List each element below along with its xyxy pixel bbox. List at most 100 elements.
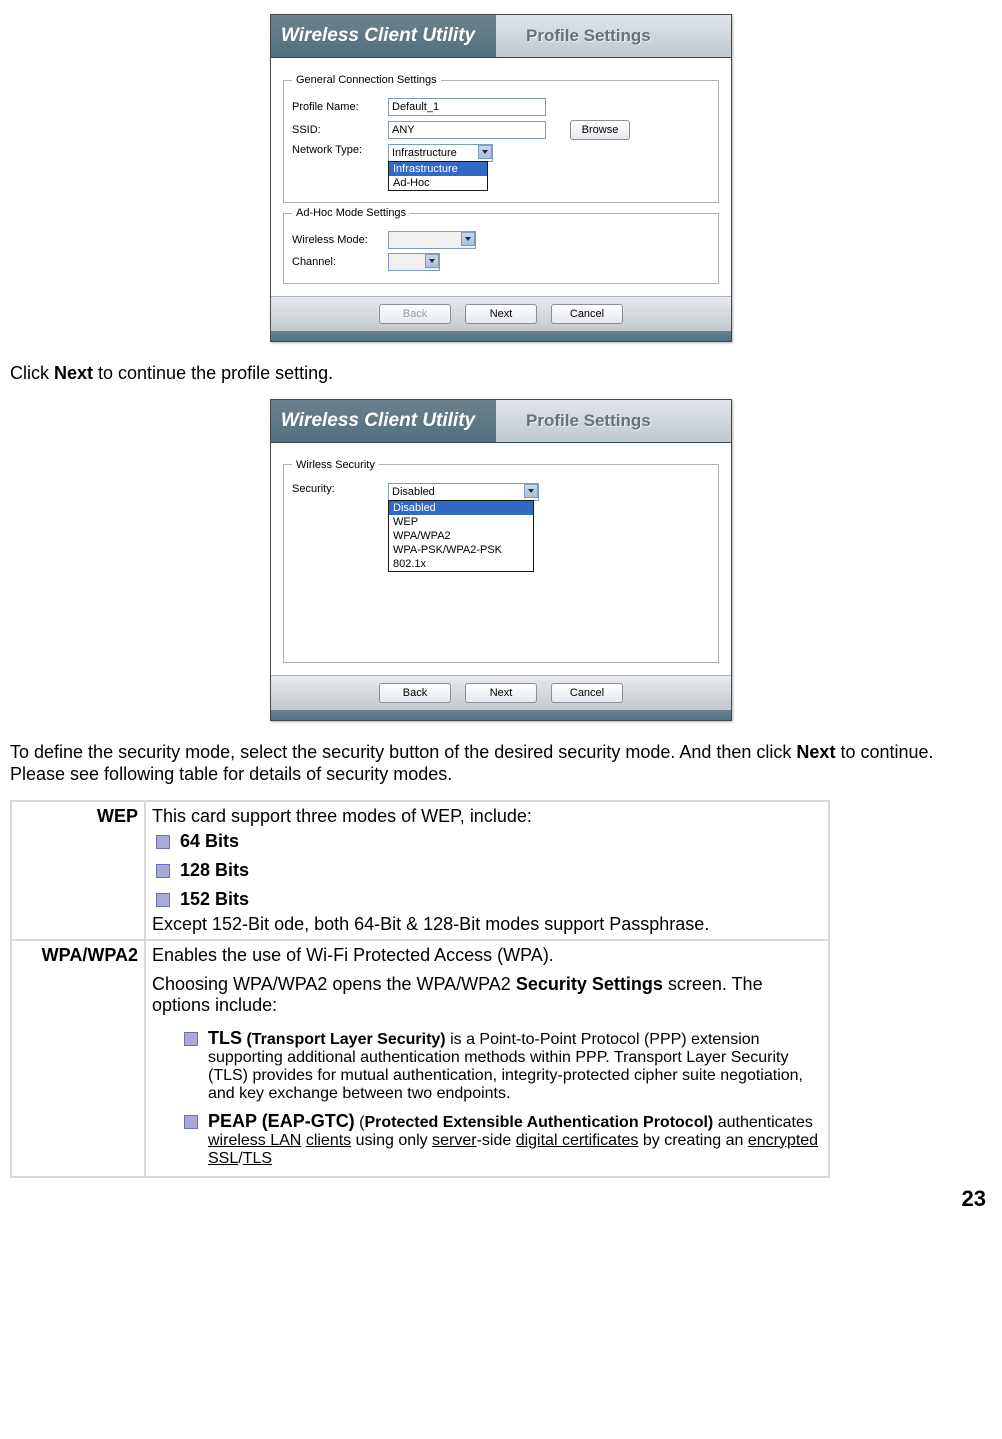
channel-label: Channel: [292, 256, 388, 268]
list-item: 128 Bits [152, 856, 822, 885]
network-type-option-infrastructure[interactable]: Infrastructure [389, 162, 487, 176]
network-type-option-adhoc[interactable]: Ad-Hoc [389, 176, 487, 190]
channel-combo[interactable] [388, 253, 440, 271]
text-span: authenticates [713, 1114, 813, 1131]
wireless-security-legend: Wirless Security [292, 459, 379, 471]
wpa-options-list: TLS (Transport Layer Security) is a Poin… [152, 1024, 822, 1172]
dialog-footer-bar [271, 710, 731, 720]
list-item: 64 Bits [152, 827, 822, 856]
dialog-body: Wirless Security Security: Disabled WEP … [271, 443, 731, 675]
wireless-mode-combo[interactable] [388, 231, 476, 249]
peap-paren: Protected Extensible Authentication Prot… [364, 1114, 713, 1131]
page-number: 23 [10, 1186, 992, 1212]
button-row: Back Next Cancel [271, 296, 731, 331]
dialog-footer-bar [271, 331, 731, 341]
text-span: to continue the profile setting. [93, 363, 333, 383]
text-span: using only [351, 1132, 432, 1149]
link-clients: clients [306, 1132, 351, 1149]
instruction-security-text: To define the security mode, select the … [10, 741, 992, 786]
wep-footer: Except 152-Bit ode, both 64-Bit & 128-Bi… [152, 914, 822, 935]
wpa-header: WPA/WPA2 [11, 940, 145, 1177]
text-span: To define the security mode, select the … [10, 742, 796, 762]
chevron-down-icon[interactable] [461, 232, 475, 246]
security-value[interactable] [388, 483, 539, 501]
link-digital-certificates: digital certificates [516, 1132, 639, 1149]
chevron-down-icon[interactable] [425, 254, 439, 268]
tls-paren: (Transport Layer Security) [242, 1031, 446, 1048]
wep-128bits: 128 Bits [180, 860, 249, 880]
tab-profile-settings[interactable]: Profile Settings [526, 411, 651, 431]
wpa-p1: Enables the use of Wi-Fi Protected Acces… [152, 945, 822, 966]
back-button[interactable]: Back [379, 683, 451, 703]
back-button[interactable]: Back [379, 304, 451, 324]
network-type-dropdown[interactable]: Infrastructure Ad-Hoc [388, 161, 488, 191]
text-bold-next: Next [54, 363, 93, 383]
chevron-down-icon[interactable] [524, 484, 538, 498]
table-row: WEP This card support three modes of WEP… [11, 801, 829, 940]
security-option-8021x[interactable]: 802.1x [389, 557, 533, 571]
security-combo[interactable]: Disabled WEP WPA/WPA2 WPA-PSK/WPA2-PSK 8… [388, 483, 539, 501]
next-button[interactable]: Next [465, 304, 537, 324]
list-item: TLS (Transport Layer Security) is a Poin… [180, 1024, 822, 1107]
next-button[interactable]: Next [465, 683, 537, 703]
link-tls: TLS [243, 1150, 272, 1167]
security-option-wpa[interactable]: WPA/WPA2 [389, 529, 533, 543]
wep-cell: This card support three modes of WEP, in… [145, 801, 829, 940]
ssid-label: SSID: [292, 124, 388, 136]
link-ssl: SSL [208, 1150, 238, 1167]
tab-profile-settings[interactable]: Profile Settings [526, 26, 651, 46]
wireless-mode-label: Wireless Mode: [292, 234, 388, 246]
title-bar: Wireless Client Utility Profile Settings [271, 15, 731, 58]
dialog-body: General Connection Settings Profile Name… [271, 58, 731, 296]
link-encrypted: encrypted [748, 1132, 818, 1149]
profile-name-label: Profile Name: [292, 101, 388, 113]
table-row: WPA/WPA2 Enables the use of Wi-Fi Protec… [11, 940, 829, 1177]
title-bar: Wireless Client Utility Profile Settings [271, 400, 731, 443]
link-server: server [432, 1132, 476, 1149]
network-type-label: Network Type: [292, 144, 388, 156]
peap-title: PEAP (EAP-GTC) [208, 1111, 355, 1131]
security-dropdown[interactable]: Disabled WEP WPA/WPA2 WPA-PSK/WPA2-PSK 8… [388, 500, 534, 572]
app-title: Wireless Client Utility [271, 25, 496, 47]
text-span: -side [477, 1132, 516, 1149]
text-bold-next: Next [796, 742, 835, 762]
wpa-cell: Enables the use of Wi-Fi Protected Acces… [145, 940, 829, 1177]
security-option-disabled[interactable]: Disabled [389, 501, 533, 515]
ssid-input[interactable] [388, 121, 546, 139]
security-label: Security: [292, 483, 388, 495]
tab-area: Profile Settings [496, 400, 731, 442]
wep-64bits: 64 Bits [180, 831, 239, 851]
profile-settings-dialog-2: Wireless Client Utility Profile Settings… [270, 399, 732, 721]
adhoc-legend: Ad-Hoc Mode Settings [292, 207, 410, 219]
wep-bullets: 64 Bits 128 Bits 152 Bits [152, 827, 822, 914]
app-title: Wireless Client Utility [271, 410, 496, 432]
chevron-down-icon[interactable] [478, 145, 492, 159]
adhoc-mode-settings-group: Ad-Hoc Mode Settings Wireless Mode: Chan… [283, 207, 719, 284]
wireless-security-group: Wirless Security Security: Disabled WEP … [283, 459, 719, 663]
tab-area: Profile Settings [496, 15, 731, 57]
text-span: Choosing WPA/WPA2 opens the WPA/WPA2 [152, 974, 516, 994]
wep-152bits: 152 Bits [180, 889, 249, 909]
text-span: Click [10, 363, 54, 383]
text-bold: Security Settings [516, 974, 663, 994]
security-modes-table: WEP This card support three modes of WEP… [10, 800, 830, 1178]
link-wireless-lan: wireless LAN [208, 1132, 301, 1149]
text-span: ( [355, 1114, 365, 1131]
text-span: by creating an [638, 1132, 747, 1149]
cancel-button[interactable]: Cancel [551, 304, 623, 324]
cancel-button[interactable]: Cancel [551, 683, 623, 703]
browse-button[interactable]: Browse [570, 120, 630, 140]
general-connection-settings-group: General Connection Settings Profile Name… [283, 74, 719, 203]
general-connection-legend: General Connection Settings [292, 74, 441, 86]
list-item: PEAP (EAP-GTC) (Protected Extensible Aut… [180, 1107, 822, 1172]
security-option-wep[interactable]: WEP [389, 515, 533, 529]
button-row: Back Next Cancel [271, 675, 731, 710]
tls-title: TLS [208, 1028, 242, 1048]
security-option-wpapsk[interactable]: WPA-PSK/WPA2-PSK [389, 543, 533, 557]
network-type-combo[interactable]: Infrastructure Ad-Hoc [388, 144, 493, 162]
list-item: 152 Bits [152, 885, 822, 914]
profile-name-input[interactable] [388, 98, 546, 116]
wpa-p2: Choosing WPA/WPA2 opens the WPA/WPA2 Sec… [152, 974, 822, 1016]
wep-header: WEP [11, 801, 145, 940]
wep-intro: This card support three modes of WEP, in… [152, 806, 822, 827]
